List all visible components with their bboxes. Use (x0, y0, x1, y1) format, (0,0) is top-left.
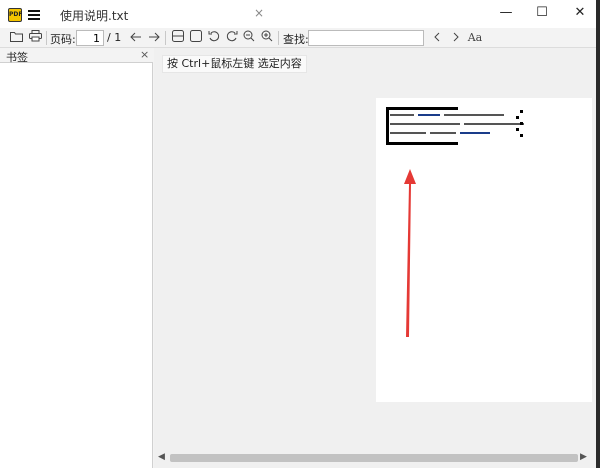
zoom-out-icon[interactable] (241, 30, 257, 46)
scroll-right-icon[interactable]: ▶ (580, 452, 587, 462)
bookmark-close-button[interactable]: × (140, 48, 149, 61)
red-arrow-annotation (404, 169, 416, 337)
zoom-in-icon[interactable] (259, 30, 275, 46)
bookmark-panel: 书签 × (0, 48, 153, 468)
font-size-icon[interactable]: Aa (467, 30, 483, 46)
menu-icon[interactable] (28, 10, 40, 20)
folder-icon[interactable] (8, 30, 24, 46)
scroll-thumb[interactable] (170, 454, 578, 462)
scroll-left-icon[interactable]: ◀ (158, 452, 165, 462)
minimize-button[interactable]: — (486, 2, 526, 24)
page-number-input[interactable] (76, 30, 104, 46)
title-bar: PDF 使用说明.txt × — ☐ ✕ (0, 0, 596, 28)
arrow-right-icon[interactable] (146, 30, 162, 46)
print-icon[interactable] (27, 30, 43, 46)
page-total: / 1 (107, 31, 122, 44)
rotate-right-icon[interactable] (224, 30, 240, 46)
toolbar-separator (46, 31, 47, 45)
toolbar: 页码: / 1 查找: (0, 28, 596, 48)
find-label: 查找: (283, 33, 309, 46)
window-edge (596, 0, 600, 468)
toolbar-separator (165, 31, 166, 45)
prev-result-icon[interactable] (429, 30, 445, 46)
next-result-icon[interactable] (448, 30, 464, 46)
horizontal-scrollbar[interactable]: ◀ ▶ (154, 450, 596, 468)
single-page-icon[interactable] (170, 30, 186, 46)
bookmark-header: 书签 × (0, 48, 153, 64)
app-logo-icon: PDF (8, 8, 22, 22)
rotate-left-icon[interactable] (206, 30, 222, 46)
arrow-left-icon[interactable] (128, 30, 144, 46)
document-view[interactable]: 按 Ctrl+鼠标左键 选定内容 (154, 48, 596, 450)
bookmark-title: 书签 (6, 51, 28, 64)
find-input[interactable] (308, 30, 424, 46)
maximize-button[interactable]: ☐ (522, 2, 562, 24)
fit-page-icon[interactable] (188, 30, 204, 46)
close-window-button[interactable]: ✕ (560, 2, 600, 24)
app-window: PDF 使用说明.txt × — ☐ ✕ 页码: / 1 (0, 0, 596, 468)
tab-title[interactable]: 使用说明.txt (60, 7, 128, 24)
page-label: 页码: (50, 33, 76, 46)
tab-close-button[interactable]: × (254, 6, 264, 20)
toolbar-separator (278, 31, 279, 45)
